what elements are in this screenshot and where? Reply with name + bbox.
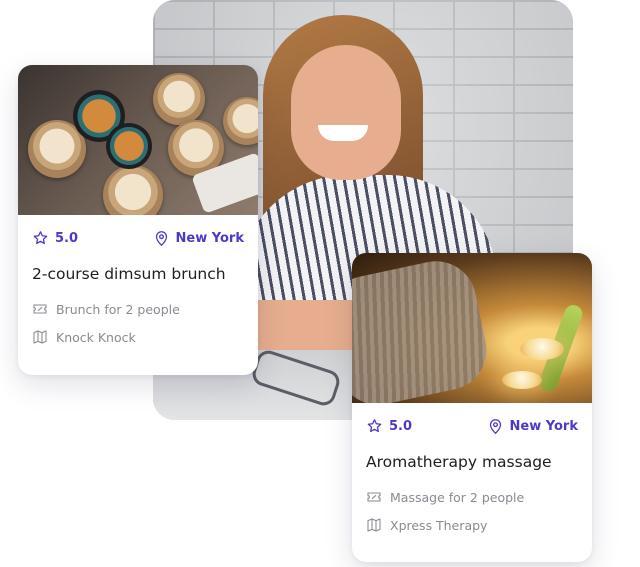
location-label: New York <box>509 418 578 434</box>
map-pin-icon <box>489 418 501 434</box>
person-face <box>291 45 401 180</box>
offer-detail: Brunch for 2 people <box>32 301 244 317</box>
location-link[interactable]: New York <box>153 230 244 247</box>
star-badge-icon <box>367 418 382 432</box>
offer-label: Massage for 2 people <box>390 489 525 505</box>
experience-card-massage[interactable]: 5.0 New York Aromatherapy massage Massag… <box>352 253 592 562</box>
venue-detail: Xpress Therapy <box>366 517 578 533</box>
offer-label: Brunch for 2 people <box>56 301 180 317</box>
rating-value: 5.0 <box>389 418 413 434</box>
offer-detail: Massage for 2 people <box>366 489 578 505</box>
venue-label: Knock Knock <box>56 329 136 345</box>
card-image-dimsum <box>18 65 258 215</box>
venue-detail: Knock Knock <box>32 329 244 345</box>
rating-badge: 5.0 <box>366 418 412 435</box>
star-badge-icon <box>33 230 48 244</box>
venue-label: Xpress Therapy <box>390 517 488 533</box>
card-meta-row: 5.0 New York <box>366 417 578 435</box>
ticket-icon <box>367 492 381 502</box>
card-body: 5.0 New York Aromatherapy massage Massag… <box>352 417 592 533</box>
rating-value: 5.0 <box>55 230 79 246</box>
location-link[interactable]: New York <box>487 418 578 435</box>
rating-badge: 5.0 <box>32 230 78 247</box>
card-meta-row: 5.0 New York <box>32 229 244 247</box>
card-title[interactable]: Aromatherapy massage <box>366 453 578 471</box>
map-pin-icon <box>155 230 167 246</box>
location-label: New York <box>175 230 244 246</box>
map-icon <box>367 518 381 532</box>
card-body: 5.0 New York 2-course dimsum brunch Brun… <box>18 229 258 345</box>
ticket-icon <box>33 304 47 314</box>
card-title[interactable]: 2-course dimsum brunch <box>32 265 244 283</box>
experience-card-dimsum[interactable]: 5.0 New York 2-course dimsum brunch Brun… <box>18 65 258 375</box>
map-icon <box>33 330 47 344</box>
card-image-spa <box>352 253 592 403</box>
